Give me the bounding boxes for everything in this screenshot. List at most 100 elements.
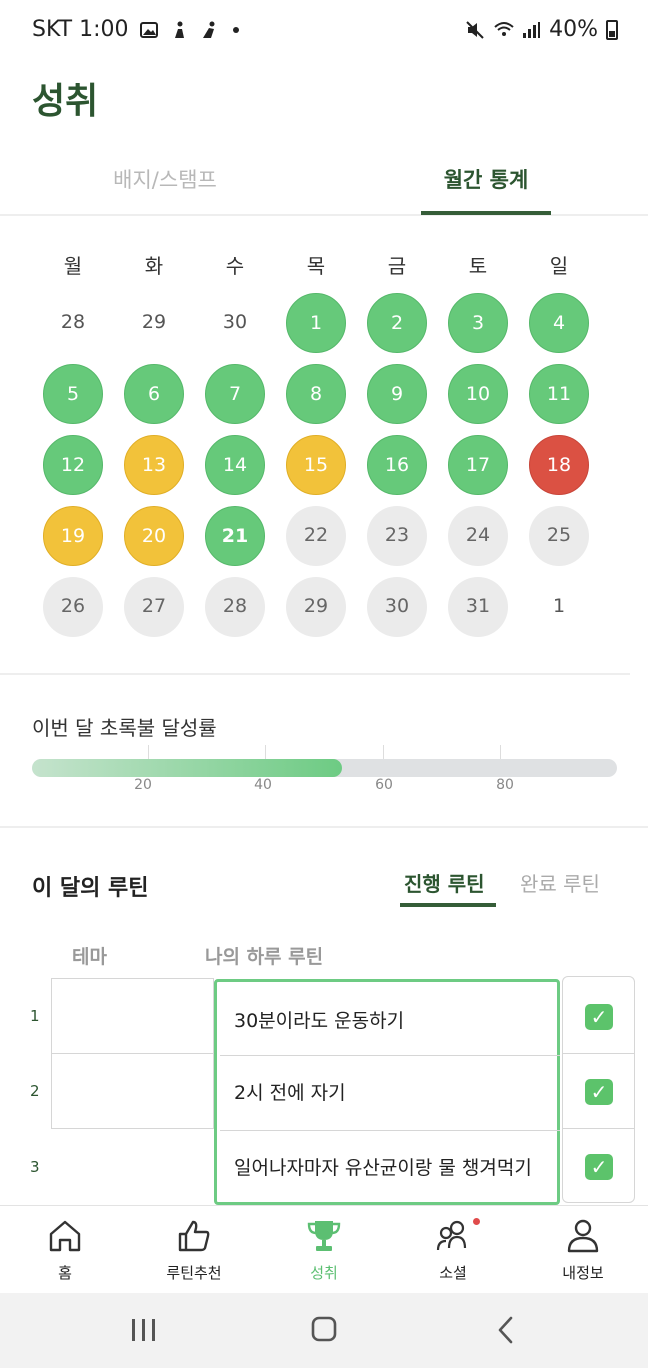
routine-item[interactable]: 30분이라도 운동하기 — [220, 984, 560, 1059]
check-column: ✓ ✓ ✓ — [562, 976, 635, 1203]
nav-label: 성취 — [310, 1264, 338, 1282]
calendar-day[interactable]: 26 — [43, 577, 103, 637]
column-header-routine: 나의 하루 루틴 — [205, 946, 324, 968]
status-left: SKT 1:00 — [32, 17, 239, 42]
calendar-day-today[interactable]: 21 — [205, 506, 265, 566]
calendar-day[interactable]: 28 — [205, 577, 265, 637]
nav-home[interactable]: 홈 — [20, 1216, 110, 1283]
people-icon — [436, 1220, 467, 1251]
checkbox-checked-icon[interactable]: ✓ — [585, 1154, 613, 1180]
calendar-day[interactable]: 29 — [124, 293, 184, 353]
calendar-day[interactable]: 28 — [43, 293, 103, 353]
home-icon — [49, 1220, 81, 1252]
divider — [0, 826, 648, 828]
row-number: 2 — [30, 1082, 40, 1100]
calendar-day[interactable]: 13 — [124, 435, 184, 495]
calendar-day[interactable]: 3 — [448, 293, 508, 353]
person-icon — [567, 1219, 599, 1253]
calendar-day[interactable]: 17 — [448, 435, 508, 495]
calendar-day[interactable]: 31 — [448, 577, 508, 637]
tick-label: 40 — [254, 777, 272, 793]
mute-icon — [465, 20, 485, 40]
nav-my-info[interactable]: 내정보 — [538, 1216, 628, 1283]
calendar-day[interactable]: 22 — [286, 506, 346, 566]
calendar-day[interactable]: 12 — [43, 435, 103, 495]
theme-cell[interactable] — [51, 1053, 214, 1129]
routine-list: 30분이라도 운동하기 2시 전에 자기 일어나자마자 유산균이랑 물 챙겨먹기 — [214, 979, 560, 1205]
nav-label: 내정보 — [562, 1264, 604, 1282]
progress-bar — [32, 759, 617, 777]
tick-mark — [383, 745, 384, 759]
calendar-day[interactable]: 4 — [529, 293, 589, 353]
status-right: 40% — [465, 17, 618, 42]
notification-dot-icon — [232, 26, 239, 33]
checkbox-checked-icon[interactable]: ✓ — [585, 1004, 613, 1030]
calendar-day[interactable]: 15 — [286, 435, 346, 495]
weekday-header: 월화수목금토일 — [0, 250, 648, 280]
calendar-day[interactable]: 7 — [205, 364, 265, 424]
weekday-label: 목 — [306, 254, 326, 278]
trophy-icon — [307, 1221, 341, 1251]
calendar-day[interactable]: 16 — [367, 435, 427, 495]
calendar-day[interactable]: 9 — [367, 364, 427, 424]
tab-monthly-stats[interactable]: 월간 통계 — [421, 164, 551, 194]
calendar-day[interactable]: 23 — [367, 506, 427, 566]
thumbs-up-icon — [178, 1220, 210, 1252]
column-header-theme: 테마 — [72, 946, 107, 968]
calendar-day[interactable]: 14 — [205, 435, 265, 495]
calendar-day[interactable]: 5 — [43, 364, 103, 424]
calendar-day[interactable]: 30 — [367, 577, 427, 637]
row-divider — [563, 1128, 634, 1129]
calendar-day[interactable]: 24 — [448, 506, 508, 566]
calendar-day[interactable]: 30 — [205, 293, 265, 353]
progress-title: 이번 달 초록불 달성률 — [32, 716, 217, 740]
routine-item[interactable]: 일어나자마자 유산균이랑 물 챙겨먹기 — [220, 1131, 560, 1206]
tab-in-progress-routines[interactable]: 진행 루틴 — [404, 868, 485, 897]
calendar-day[interactable]: 10 — [448, 364, 508, 424]
checkbox-checked-icon[interactable]: ✓ — [585, 1079, 613, 1105]
tick-mark — [500, 745, 501, 759]
nav-routine-recommend[interactable]: 루틴추천 — [149, 1216, 239, 1283]
nav-achievement[interactable]: 성취 — [279, 1216, 369, 1283]
routine-item[interactable]: 2시 전에 자기 — [220, 1056, 560, 1131]
calendar-day[interactable]: 2 — [367, 293, 427, 353]
weekday-label: 일 — [549, 254, 569, 278]
row-divider — [563, 1053, 634, 1054]
weekday-label: 토 — [468, 254, 488, 278]
calendar-day[interactable]: 6 — [124, 364, 184, 424]
theme-cell[interactable] — [51, 978, 214, 1054]
nav-label: 홈 — [58, 1264, 72, 1282]
calendar-day[interactable]: 25 — [529, 506, 589, 566]
routines-title: 이 달의 루틴 — [32, 876, 149, 901]
weekday-label: 월 — [63, 254, 83, 278]
signal-icon — [521, 20, 541, 40]
back-icon[interactable] — [486, 1313, 526, 1347]
calendar-day[interactable]: 11 — [529, 364, 589, 424]
notification-badge — [473, 1218, 480, 1225]
calendar-day[interactable]: 27 — [124, 577, 184, 637]
routine-tab-indicator — [400, 903, 496, 907]
recent-apps-icon[interactable] — [124, 1313, 164, 1347]
calendar-day[interactable]: 1 — [286, 293, 346, 353]
figure-icon — [169, 20, 189, 40]
weekday-label: 수 — [225, 254, 245, 278]
weekday-label: 금 — [387, 254, 407, 278]
tick-mark — [148, 745, 149, 759]
tab-badge-stamp[interactable]: 배지/스탬프 — [60, 164, 270, 194]
calendar-day[interactable]: 19 — [43, 506, 103, 566]
tab-completed-routines[interactable]: 완료 루틴 — [520, 868, 600, 897]
bottom-navigation: 홈 루틴추천 성취 소셜 내정보 — [0, 1205, 648, 1293]
calendar-day[interactable]: 20 — [124, 506, 184, 566]
calendar-day[interactable]: 29 — [286, 577, 346, 637]
calendar-day[interactable]: 1 — [529, 577, 589, 637]
row-number: 1 — [30, 1007, 40, 1025]
active-tab-indicator — [421, 211, 551, 215]
battery-icon — [606, 19, 618, 40]
calendar-day[interactable]: 8 — [286, 364, 346, 424]
battery-percent: 40% — [549, 17, 598, 42]
calendar-day[interactable]: 18 — [529, 435, 589, 495]
home-button-icon[interactable] — [304, 1313, 344, 1347]
nav-social[interactable]: 소셜 — [408, 1216, 498, 1283]
divider — [0, 673, 630, 675]
weekday-label: 화 — [144, 254, 164, 278]
